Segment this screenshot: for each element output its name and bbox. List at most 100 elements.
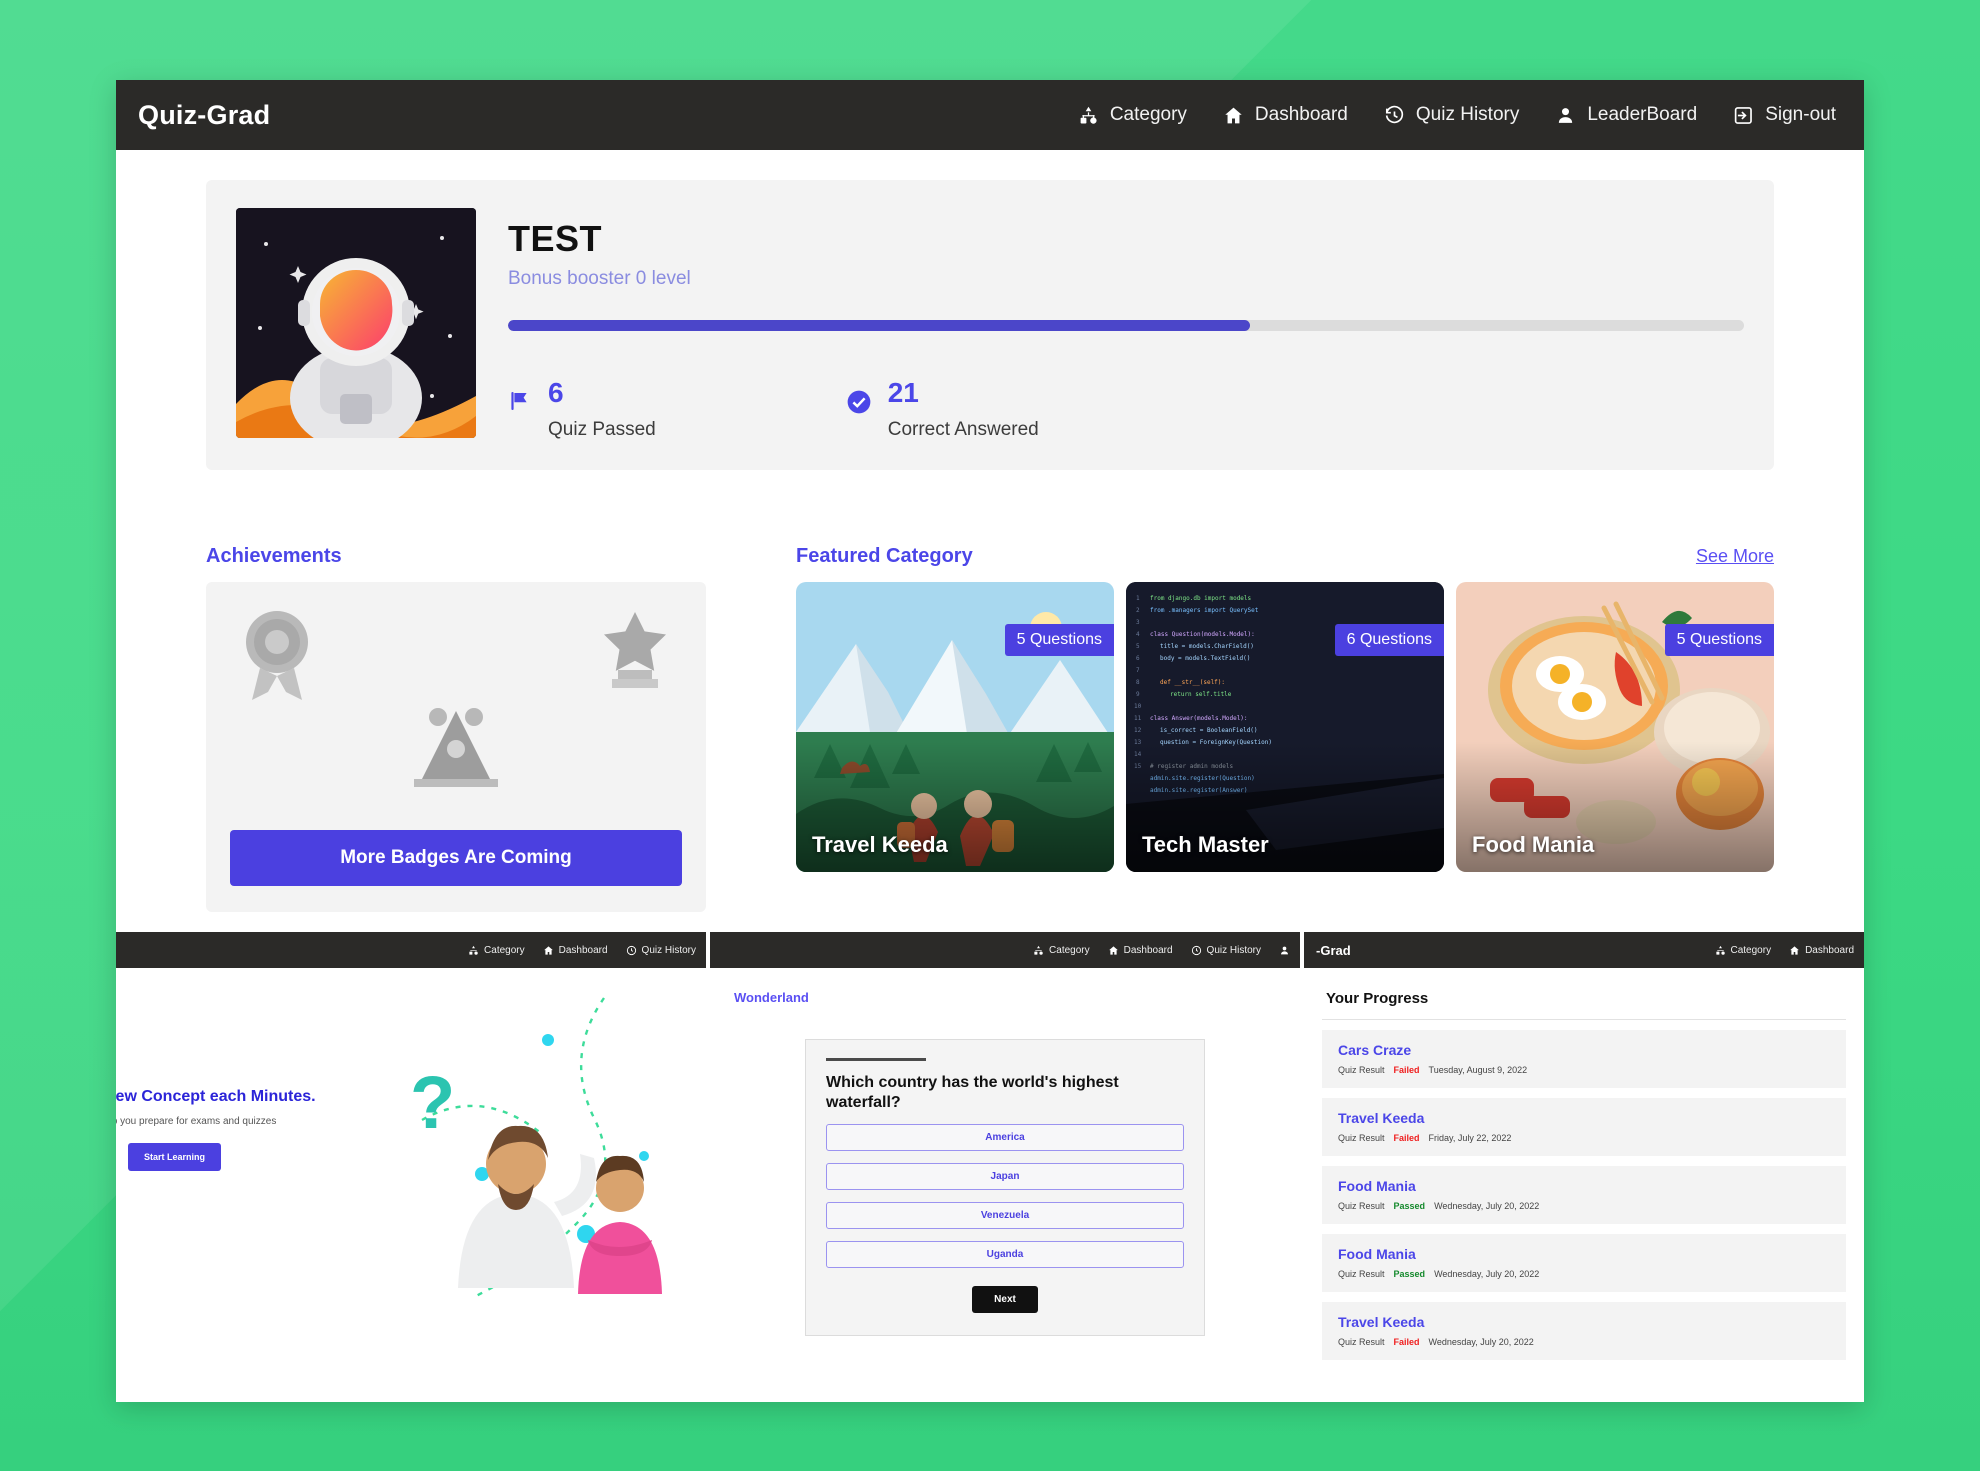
progress-row[interactable]: Food Mania Quiz Result Passed Wednesday, Ju… [1322, 1166, 1846, 1224]
preview-progress-brand[interactable]: -Grad [1316, 943, 1351, 958]
category-card-travel-badge: 5 Questions [1004, 624, 1114, 656]
preview-progress-nav-dashboard[interactable]: Dashboard [1789, 945, 1854, 956]
preview-home-nav-category-label: Category [484, 944, 525, 956]
progress-divider [1322, 1019, 1846, 1020]
see-more-link[interactable]: See More [1696, 546, 1774, 567]
quiz-option-2[interactable]: Japan [826, 1163, 1184, 1191]
app-brand[interactable]: Quiz-Grad [138, 100, 270, 131]
history-clock-icon [1384, 105, 1405, 126]
category-card-food-badge: 5 Questions [1664, 624, 1774, 656]
featured-card-strip[interactable]: 5 Questions Travel Keeda 123 456 789 101… [796, 582, 1774, 912]
progress-row-result-badge: Failed [1393, 1337, 1420, 1347]
nav-item-leaderboard-label: LeaderBoard [1587, 104, 1698, 125]
progress-row-result-badge: Passed [1393, 1201, 1426, 1211]
category-card-food[interactable]: 5 Questions Food Mania [1456, 582, 1774, 872]
preview-home-nav-category[interactable]: Category [468, 945, 525, 956]
quiz-option-1[interactable]: America [826, 1124, 1184, 1152]
achievements-section: Achievements More Badges Are Coming [206, 545, 706, 912]
achievements-card: More Badges Are Coming [206, 582, 706, 912]
preview-quiz-category: Wonderland [734, 990, 809, 1005]
preview-progress-navbar: -Grad Category Dashboard [1304, 932, 1864, 968]
stat-quiz-passed-value: 6 [548, 377, 564, 408]
preview-progress-nav-category[interactable]: Category [1715, 945, 1771, 956]
progress-row[interactable]: Travel Keeda Quiz Result Failed Friday, Jul… [1322, 1098, 1846, 1156]
people-question-illustration: ? [366, 988, 696, 1323]
preview-quiz-nav-links: Category Dashboard Quiz History [1033, 945, 1290, 956]
nav-item-leaderboard[interactable]: LeaderBoard [1555, 104, 1697, 126]
preview-panel-home[interactable]: Category Dashboard Quiz History New Conc… [116, 932, 706, 1402]
stat-quiz-passed-label: Quiz Passed [548, 419, 656, 440]
progress-row[interactable]: Travel Keeda Quiz Result Failed Wednesday, … [1322, 1302, 1846, 1360]
preview-quiz-navbar: Category Dashboard Quiz History [710, 932, 1300, 968]
medal-badge-icon [238, 606, 316, 707]
nav-item-category[interactable]: Category [1078, 104, 1187, 126]
preview-home-hero: New Concept each Minutes. elp you prepar… [116, 968, 706, 1402]
progress-row-date: Wednesday, July 20, 2022 [1434, 1201, 1540, 1211]
progress-row-list: Cars Craze Quiz Result Failed Tuesday, Augu… [1304, 1030, 1864, 1360]
stat-correct-answered: 21 Correct Answered [846, 379, 1039, 441]
nav-item-dashboard[interactable]: Dashboard [1223, 104, 1348, 126]
progress-row[interactable]: Food Mania Quiz Result Passed Wednesday, Ju… [1322, 1234, 1846, 1292]
progress-row-result-badge: Failed [1393, 1133, 1420, 1143]
profile-subtitle: Bonus booster 0 level [508, 268, 691, 289]
star-badge-icon [596, 606, 674, 697]
progress-row-meta: Quiz Result Failed Tuesday, August 9, 2022 [1338, 1065, 1830, 1075]
progress-row-result-badge: Failed [1393, 1065, 1420, 1075]
nav-item-quiz-history[interactable]: Quiz History [1384, 104, 1519, 126]
progress-row-result-label: Quiz Result [1338, 1065, 1385, 1075]
preview-progress-nav-links: Category Dashboard [1715, 945, 1854, 956]
nav-item-dashboard-label: Dashboard [1254, 104, 1348, 125]
progress-row-meta: Quiz Result Failed Wednesday, July 20, 202… [1338, 1337, 1830, 1347]
achievements-title: Achievements [206, 545, 342, 567]
level-progress-bar [508, 320, 1744, 331]
preview-quiz-nav-quiz-history[interactable]: Quiz History [1191, 945, 1261, 956]
profile-card: TEST Bonus booster 0 level 6 Quiz Passed [206, 180, 1774, 470]
preview-home-nav-dashboard-label: Dashboard [558, 944, 608, 956]
home-icon [1223, 105, 1244, 126]
preview-home-title: New Concept each Minutes. [116, 1088, 316, 1105]
progress-row-date: Friday, July 22, 2022 [1428, 1133, 1512, 1143]
preview-quiz-nav-category[interactable]: Category [1033, 945, 1090, 956]
avatar [236, 208, 476, 438]
progress-row-quiz-name: Travel Keeda [1338, 1110, 1425, 1126]
sign-out-icon [1733, 105, 1754, 126]
nav-item-quiz-history-label: Quiz History [1415, 104, 1520, 125]
category-card-tech[interactable]: 123 456 789 101112 131415 from django.db… [1126, 582, 1444, 872]
progress-row-quiz-name: Food Mania [1338, 1178, 1416, 1194]
quiz-option-3[interactable]: Venezuela [826, 1202, 1184, 1230]
mid-section: Achievements More Badges Are Coming Feat… [116, 545, 1864, 1402]
quiz-next-button[interactable]: Next [972, 1286, 1038, 1314]
preview-panel-progress[interactable]: -Grad Category Dashboard Your Progress C… [1304, 932, 1864, 1402]
progress-row-date: Wednesday, July 20, 2022 [1428, 1337, 1534, 1347]
start-learning-button[interactable]: Start Learning [128, 1143, 222, 1171]
category-card-travel-title: Travel Keeda [812, 832, 948, 857]
category-card-tech-title: Tech Master [1142, 832, 1269, 857]
progress-row-meta: Quiz Result Passed Wednesday, July 20, 202… [1338, 1201, 1830, 1211]
user-icon [1555, 105, 1576, 126]
nav-item-sign-out[interactable]: Sign-out [1733, 104, 1836, 126]
preview-home-nav-quiz-history-label: Quiz History [641, 944, 696, 956]
progress-row-result-label: Quiz Result [1338, 1133, 1385, 1143]
category-card-travel[interactable]: 5 Questions Travel Keeda [796, 582, 1114, 872]
stat-quiz-passed: 6 Quiz Passed [508, 379, 656, 441]
quiz-question-card: Which country has the world's highest wa… [805, 1039, 1205, 1337]
stat-correct-answered-label: Correct Answered [887, 419, 1039, 440]
featured-category-section: Featured Category See More 5 Questions T… [138, 545, 1774, 1402]
nav-links: Category Dashboard Quiz History LeaderBo… [1078, 104, 1836, 126]
preview-home-nav-links: Category Dashboard Quiz History [468, 945, 696, 956]
more-badges-button[interactable]: More Badges Are Coming [230, 830, 682, 886]
nav-item-sign-out-label: Sign-out [1765, 104, 1836, 125]
progress-row[interactable]: Cars Craze Quiz Result Failed Tuesday, Augu… [1322, 1030, 1846, 1088]
preview-quiz-nav-leaderboard[interactable] [1279, 945, 1290, 956]
preview-quiz-nav-dashboard-label: Dashboard [1123, 944, 1173, 956]
preview-home-nav-dashboard[interactable]: Dashboard [543, 945, 608, 956]
profile-body: TEST Bonus booster 0 level 6 Quiz Passed [476, 208, 1744, 442]
trophy-badge-icon [396, 695, 516, 796]
preview-panel-quiz[interactable]: Category Dashboard Quiz History Wonderla… [710, 932, 1300, 1402]
preview-quiz-nav-dashboard[interactable]: Dashboard [1108, 945, 1173, 956]
preview-home-subtitle: elp you prepare for exams and quizzes [116, 1116, 277, 1127]
nav-item-category-label: Category [1109, 104, 1187, 125]
flag-icon [508, 389, 532, 418]
quiz-option-4[interactable]: Uganda [826, 1241, 1184, 1269]
preview-home-nav-quiz-history[interactable]: Quiz History [626, 945, 696, 956]
